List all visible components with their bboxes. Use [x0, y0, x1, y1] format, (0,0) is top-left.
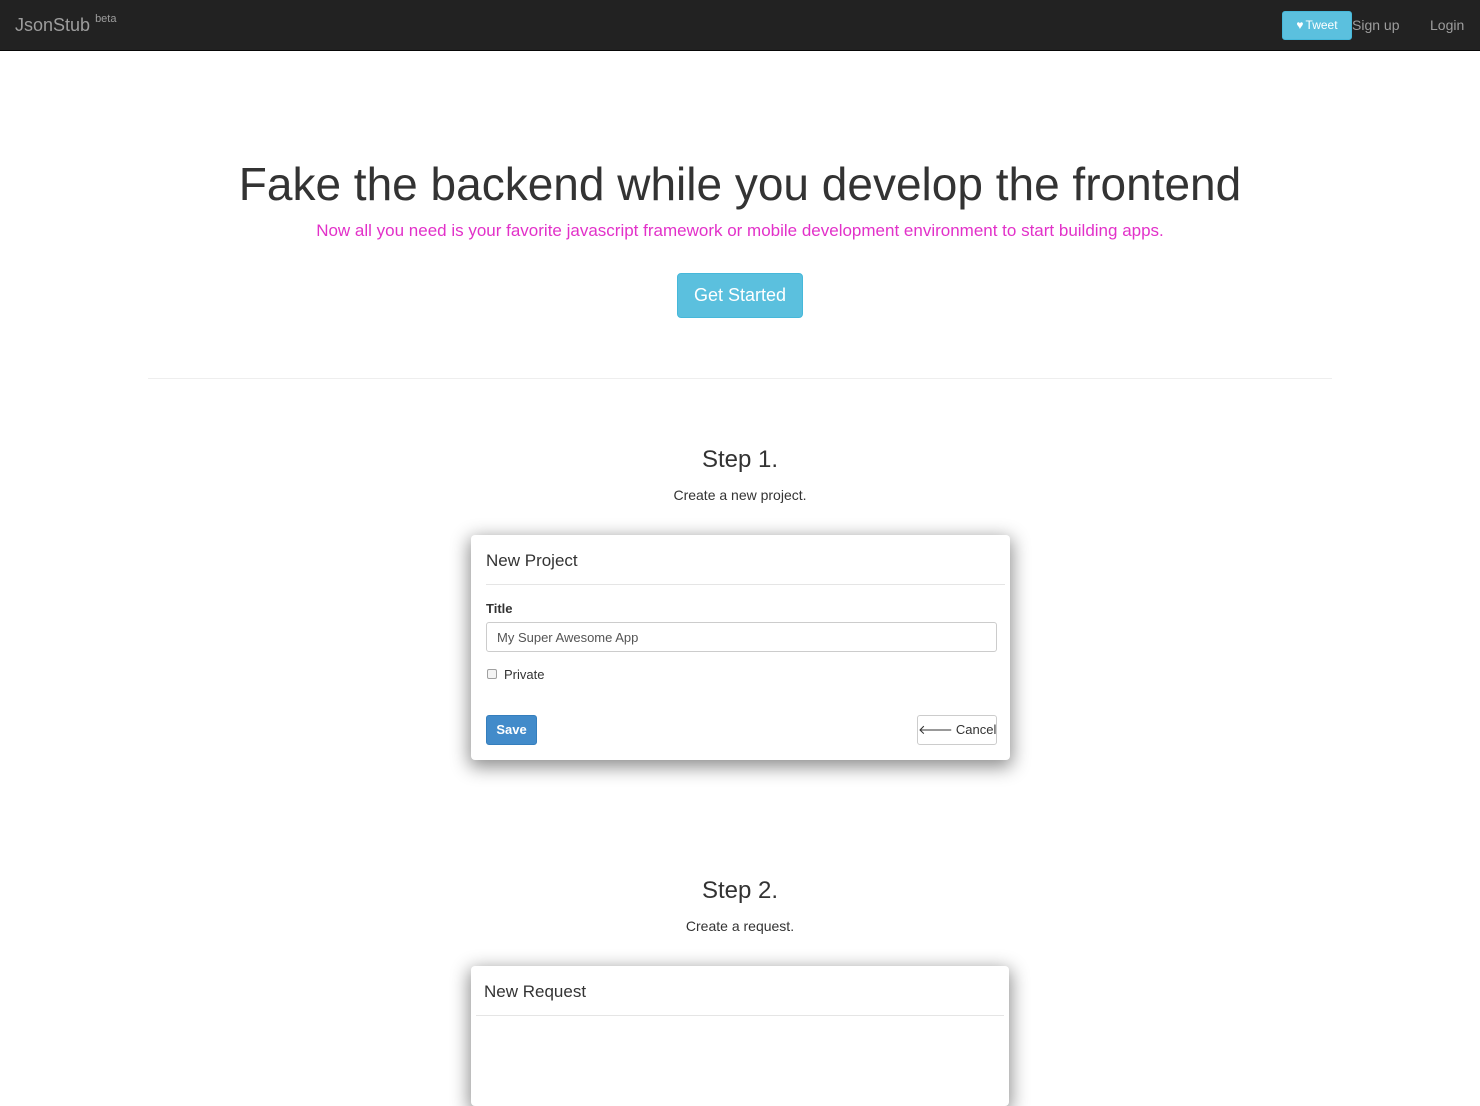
tweet-button[interactable]: ♥ Tweet: [1282, 11, 1352, 40]
title-label: Title: [486, 601, 513, 616]
private-label: Private: [504, 667, 545, 682]
step-1-title: Step 1.: [701, 446, 779, 473]
new-request-card: New Request: [471, 966, 1009, 1106]
card-header: New Project: [486, 535, 1005, 585]
step-2-description: Create a request.: [685, 918, 795, 934]
brand-name: JsonStub: [15, 15, 91, 35]
save-button[interactable]: Save: [486, 715, 537, 745]
step-1-description: Create a new project.: [673, 487, 807, 503]
new-project-card: New Project Title Private Save 🡐Cancel: [471, 535, 1010, 760]
section-divider: [148, 378, 1332, 379]
card-heading: New Project: [486, 551, 578, 570]
brand-link[interactable]: JsonStub beta: [15, 13, 117, 39]
cancel-label: Cancel: [955, 722, 997, 737]
top-navbar: JsonStub beta ♥ Tweet Sign up Login: [0, 0, 1480, 51]
hero-title: Fake the backend while you develop the f…: [238, 158, 1242, 210]
step-2-title: Step 2.: [701, 877, 779, 904]
get-started-button[interactable]: Get Started: [677, 273, 803, 318]
login-link[interactable]: Login: [1430, 16, 1464, 34]
card-header: New Request: [476, 966, 1004, 1016]
private-checkbox[interactable]: [487, 669, 497, 679]
hero-subtitle: Now all you need is your favorite javasc…: [316, 221, 1164, 240]
cancel-button[interactable]: 🡐 Cancel: [917, 715, 997, 745]
tweet-label: Tweet: [1305, 18, 1338, 32]
title-input[interactable]: [486, 622, 997, 652]
heart-icon: ♥: [1296, 18, 1304, 32]
arrow-left-icon: 🡐: [918, 722, 953, 737]
signup-link[interactable]: Sign up: [1352, 16, 1399, 34]
card-heading: New Request: [484, 982, 587, 1001]
beta-badge: beta: [95, 13, 117, 25]
